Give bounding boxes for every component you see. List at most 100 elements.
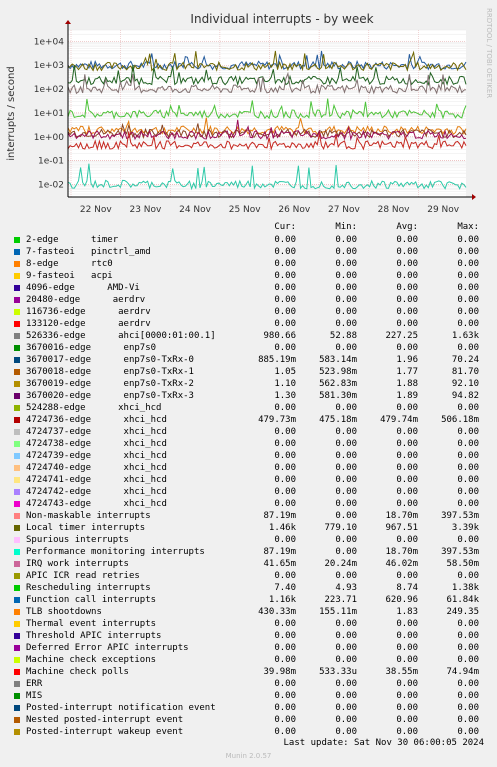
legend-label: MIS — [26, 691, 43, 701]
legend-avg-value: 0.00 — [396, 655, 418, 665]
legend-cur-value: 0.00 — [274, 643, 296, 653]
legend-avg-value: 0.00 — [396, 319, 418, 329]
legend-swatch — [14, 249, 20, 255]
legend-max-value: 0.00 — [457, 463, 479, 473]
x-tick-label: 23 Nov — [129, 205, 162, 215]
legend-swatch — [14, 585, 20, 591]
legend-label: 4724740-edge xhci_hcd — [26, 463, 167, 473]
legend-min-value: 0.00 — [335, 691, 357, 701]
legend-swatch — [14, 561, 20, 567]
legend-label: Deferred Error APIC interrupts — [26, 643, 189, 653]
legend-label: Threshold APIC interrupts — [26, 631, 162, 641]
legend-min-value: 0.00 — [335, 343, 357, 353]
legend-min-value: 0.00 — [335, 547, 357, 557]
legend-swatch — [14, 489, 20, 495]
legend-label: Rescheduling interrupts — [26, 583, 151, 593]
legend-avg-value: 967.51 — [385, 523, 418, 533]
legend-max-value: 0.00 — [457, 499, 479, 509]
legend-avg-value: 0.00 — [396, 463, 418, 473]
legend-cur-value: 0.00 — [274, 403, 296, 413]
legend-row: Machine check polls 39.98m 533.33u 38.55m 74… — [10, 666, 490, 678]
legend-min-value: 0.00 — [335, 319, 357, 329]
legend-label: APIC ICR read retries — [26, 571, 140, 581]
legend-row: 8-edge rtc0 0.00 0.00 0.00 0.00 — [10, 258, 490, 270]
legend-swatch — [14, 501, 20, 507]
legend-swatch — [14, 273, 20, 279]
legend-max-value: 0.00 — [457, 295, 479, 305]
legend-cur-value: 1.46k — [268, 523, 296, 533]
legend-cur-value: 0.00 — [274, 655, 296, 665]
legend-label: 4724737-edge xhci_hcd — [26, 427, 167, 437]
legend-cur-value: 0.00 — [274, 487, 296, 497]
legend-swatch — [14, 549, 20, 555]
legend-cur-value: 0.00 — [274, 727, 296, 737]
legend-swatch — [14, 393, 20, 399]
legend-row: 3670018-edge enp7s0-TxRx-1 1.05 523.98m 1.7… — [10, 366, 490, 378]
legend-swatch — [14, 441, 20, 447]
legend-min-value: 533.33u — [319, 667, 357, 677]
legend-rows: 2-edge timer 0.00 0.00 0.00 0.00 7-fasteoi pi… — [10, 234, 490, 738]
legend-row: 3670020-edge enp7s0-TxRx-3 1.30 581.30m 1.8… — [10, 390, 490, 402]
legend-cur-value: 0.00 — [274, 259, 296, 269]
legend-swatch — [14, 333, 20, 339]
legend-swatch — [14, 309, 20, 315]
legend-swatch — [14, 621, 20, 627]
legend-swatch — [14, 405, 20, 411]
legend-row: APIC ICR read retries 0.00 0.00 0.00 0.00 — [10, 570, 490, 582]
legend-cur-value: 0.00 — [274, 499, 296, 509]
legend-min-value: 581.30m — [319, 391, 357, 401]
legend-row: 2-edge timer 0.00 0.00 0.00 0.00 — [10, 234, 490, 246]
legend-max-value: 0.00 — [457, 283, 479, 293]
legend-max-value: 0.00 — [457, 271, 479, 281]
legend-label: Thermal event interrupts — [26, 619, 157, 629]
legend-max-value: 0.00 — [457, 571, 479, 581]
legend-min-value: 0.00 — [335, 475, 357, 485]
legend-row: 7-fasteoi pinctrl_amd 0.00 0.00 0.00 0.00 — [10, 246, 490, 258]
legend-avg-value: 0.00 — [396, 235, 418, 245]
legend-avg-value: 1.83 — [396, 607, 418, 617]
legend-max-value: 0.00 — [457, 535, 479, 545]
legend-cur-value: 0.00 — [274, 475, 296, 485]
legend-avg-value: 1.96 — [396, 355, 418, 365]
legend-label: 3670020-edge enp7s0-TxRx-3 — [26, 391, 194, 401]
x-tick-label: 28 Nov — [378, 205, 411, 215]
legend-swatch — [14, 381, 20, 387]
legend-swatch — [14, 477, 20, 483]
legend-swatch — [14, 657, 20, 663]
legend-label: 4724738-edge xhci_hcd — [26, 439, 167, 449]
legend-avg-value: 0.00 — [396, 451, 418, 461]
legend-avg-value: 0.00 — [396, 307, 418, 317]
legend-swatch — [14, 417, 20, 423]
legend-row: 3670016-edge enp7s0 0.00 0.00 0.00 0.00 — [10, 342, 490, 354]
legend-row: Nested posted-interrupt event 0.00 0.00 0.0… — [10, 714, 490, 726]
legend-avg-value: 0.00 — [396, 631, 418, 641]
legend-avg-value: 1.89 — [396, 391, 418, 401]
legend-cur-value: 0.00 — [274, 463, 296, 473]
legend-min-value: 0.00 — [335, 727, 357, 737]
legend-cur-value: 980.66 — [263, 331, 296, 341]
legend-swatch — [14, 369, 20, 375]
legend-swatch — [14, 345, 20, 351]
legend-row: TLB shootdowns 430.33m 155.11m 1.83 249.35 — [10, 606, 490, 618]
legend-max-value: 506.18m — [441, 415, 479, 425]
legend-label: 4724743-edge xhci_hcd — [26, 499, 167, 509]
legend-label: Non-maskable interrupts — [26, 511, 151, 521]
legend-label: 4724742-edge xhci_hcd — [26, 487, 167, 497]
chart-title: Individual interrupts - by week — [190, 12, 373, 26]
legend-cur-value: 0.00 — [274, 571, 296, 581]
legend-swatch — [14, 285, 20, 291]
legend-avg-value: 1.88 — [396, 379, 418, 389]
legend-max-value: 3.39k — [451, 523, 479, 533]
legend-row: Function call interrupts 1.16k 223.71 620.9… — [10, 594, 490, 606]
legend-label: 2-edge timer — [26, 235, 119, 245]
legend-cur-value: 0.00 — [274, 247, 296, 257]
legend-label: 4724736-edge xhci_hcd — [26, 415, 167, 425]
legend-swatch — [14, 573, 20, 579]
legend-label: ERR — [26, 679, 43, 689]
y-tick-label: 1e-01 — [38, 157, 64, 167]
y-axis-label: interrupts / second — [6, 66, 17, 160]
legend-swatch — [14, 597, 20, 603]
legend-cur-value: 0.00 — [274, 235, 296, 245]
legend-cur-value: 39.98m — [263, 667, 296, 677]
legend-header-cur: Cur: — [274, 222, 296, 232]
